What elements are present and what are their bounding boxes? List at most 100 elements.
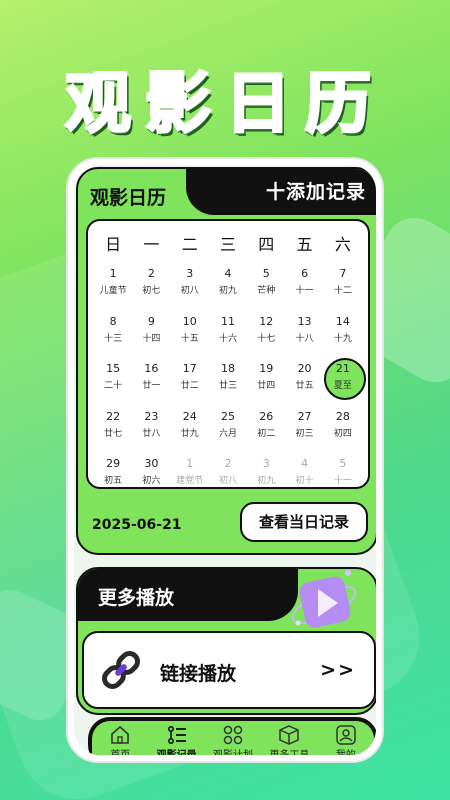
calendar-card: 观影日历 十添加记录 日 一 二 三 四 五 六 1 儿童节 2 初七 3 初八 4 初九 5 芒… bbox=[76, 167, 376, 555]
calendar-day[interactable]: 12 十七 bbox=[247, 311, 285, 359]
calendar-day[interactable]: 23 廿八 bbox=[132, 406, 170, 454]
day-number: 20 bbox=[297, 362, 312, 375]
calendar-day[interactable]: 13 十八 bbox=[285, 311, 323, 359]
calendar-day[interactable]: 17 廿二 bbox=[171, 358, 209, 406]
day-lunar-label: 初二 bbox=[257, 428, 276, 439]
calendar-day[interactable]: 14 十九 bbox=[324, 311, 362, 359]
calendar-day-selected[interactable]: 21 夏至 bbox=[323, 358, 367, 406]
box-icon bbox=[279, 725, 300, 745]
calendar-day[interactable]: 11 十六 bbox=[209, 311, 247, 359]
day-number: 4 bbox=[301, 457, 309, 470]
day-number: 19 bbox=[259, 362, 274, 375]
calendar-day[interactable]: 10 十五 bbox=[171, 311, 209, 359]
nav-item-tools[interactable]: 更多工具 bbox=[261, 721, 317, 755]
weekday-label: 六 bbox=[334, 235, 351, 254]
day-number: 23 bbox=[144, 409, 159, 423]
day-lunar-label: 建党节 bbox=[176, 476, 204, 486]
calendar-day[interactable]: 18 廿三 bbox=[209, 358, 247, 406]
calendar-day[interactable]: 2 初七 bbox=[132, 263, 170, 311]
day-number: 12 bbox=[259, 314, 274, 328]
weekday-label: 三 bbox=[219, 235, 236, 254]
calendar-day[interactable]: 20 廿五 bbox=[285, 358, 323, 406]
day-number: 25 bbox=[220, 409, 235, 423]
more-play-title: 更多播放 bbox=[98, 587, 175, 609]
hero-title: 观影日历 bbox=[64, 64, 385, 144]
link-play-label: 链接播放 bbox=[160, 663, 237, 685]
day-lunar-label: 初四 bbox=[333, 428, 352, 439]
day-number: 1 bbox=[109, 267, 117, 280]
calendar-day[interactable]: 3 初八 bbox=[171, 263, 209, 311]
weekday-label: 二 bbox=[181, 235, 198, 254]
calendar-day[interactable]: 9 十四 bbox=[132, 311, 170, 359]
day-lunar-label: 十五 bbox=[180, 333, 199, 344]
day-number: 27 bbox=[297, 409, 312, 423]
day-lunar-label: 廿九 bbox=[180, 428, 199, 439]
calendar-grid: 日 一 二 三 四 五 六 1 儿童节 2 初七 3 初八 4 初九 5 芒种 6 十一 7 十二 8 十三 9… bbox=[86, 219, 370, 489]
app-screen: 观影日历 十添加记录 日 一 二 三 四 五 六 1 儿童节 2 初七 3 初八 4 初九 5 芒… bbox=[74, 165, 376, 755]
calendar-day[interactable]: 28 初四 bbox=[324, 406, 362, 454]
day-number: 6 bbox=[301, 267, 309, 280]
day-number: 26 bbox=[259, 409, 274, 423]
day-number: 16 bbox=[144, 362, 159, 375]
calendar-day[interactable]: 4 初十 bbox=[285, 453, 323, 501]
link-play-button[interactable]: 链接播放 >> bbox=[82, 631, 376, 709]
calendar-day[interactable]: 26 初二 bbox=[247, 406, 285, 454]
add-record-button[interactable]: 十添加记录 bbox=[266, 177, 366, 204]
day-number: 5 bbox=[262, 267, 270, 280]
day-number: 18 bbox=[220, 362, 235, 375]
day-number: 28 bbox=[335, 409, 350, 423]
plan-grid-icon bbox=[223, 725, 243, 745]
day-lunar-label: 十九 bbox=[333, 333, 352, 344]
day-lunar-label: 初八 bbox=[218, 476, 237, 486]
day-number: 1 bbox=[186, 457, 194, 470]
calendar-day[interactable]: 4 初九 bbox=[209, 263, 247, 311]
day-number: 5 bbox=[339, 457, 347, 470]
calendar-day[interactable]: 29 初五 bbox=[94, 453, 132, 501]
more-play-card: 更多播放 链接播放 >> bbox=[76, 567, 376, 715]
day-lunar-label: 廿八 bbox=[142, 428, 161, 439]
nav-item-profile[interactable]: 我的 bbox=[318, 721, 374, 755]
calendar-day[interactable]: 22 廿七 bbox=[94, 406, 132, 454]
day-number: 13 bbox=[297, 314, 312, 328]
calendar-day[interactable]: 7 十二 bbox=[324, 263, 362, 311]
day-lunar-label: 十一 bbox=[333, 476, 352, 486]
day-lunar-label: 廿二 bbox=[180, 381, 199, 391]
calendar-day[interactable]: 24 廿九 bbox=[171, 406, 209, 454]
day-lunar-label: 十七 bbox=[257, 333, 276, 344]
day-lunar-label: 六月 bbox=[218, 428, 237, 439]
nav-label: 观影计划 bbox=[205, 746, 261, 755]
nav-label: 观影记录 bbox=[148, 746, 204, 755]
home-icon bbox=[111, 725, 130, 744]
calendar-day[interactable]: 1 儿童节 bbox=[94, 263, 132, 311]
calendar-day[interactable]: 3 初九 bbox=[247, 453, 285, 501]
calendar-day[interactable]: 5 芒种 bbox=[247, 263, 285, 311]
calendar-day[interactable]: 15 二十 bbox=[94, 358, 132, 406]
calendar-day[interactable]: 1 建党节 bbox=[171, 453, 209, 501]
day-number: 22 bbox=[106, 409, 121, 423]
calendar-day[interactable]: 16 廿一 bbox=[132, 358, 170, 406]
day-number: 8 bbox=[109, 314, 117, 328]
day-lunar-label: 十八 bbox=[295, 333, 314, 344]
nav-item-plan[interactable]: 观影计划 bbox=[205, 721, 261, 755]
calendar-day[interactable]: 30 初六 bbox=[132, 453, 170, 501]
day-number: 11 bbox=[220, 314, 235, 328]
calendar-day[interactable]: 5 十一 bbox=[324, 453, 362, 501]
calendar-title: 观影日历 bbox=[90, 187, 167, 209]
calendar-day[interactable]: 2 初八 bbox=[209, 453, 247, 501]
day-lunar-label: 初十 bbox=[295, 476, 314, 486]
day-number: 9 bbox=[147, 314, 155, 328]
day-number: 3 bbox=[262, 457, 270, 470]
chain-link-icon bbox=[102, 651, 140, 689]
calendar-day[interactable]: 8 十三 bbox=[94, 311, 132, 359]
nav-item-home[interactable]: 首页 bbox=[92, 721, 148, 755]
day-lunar-label: 芒种 bbox=[257, 286, 276, 296]
day-lunar-label: 初五 bbox=[104, 476, 123, 486]
calendar-day[interactable]: 6 十一 bbox=[285, 263, 323, 311]
view-day-records-button[interactable]: 查看当日记录 bbox=[240, 502, 368, 542]
calendar-day[interactable]: 19 廿四 bbox=[247, 358, 285, 406]
calendar-day[interactable]: 25 六月 bbox=[209, 406, 247, 454]
day-lunar-label: 初八 bbox=[180, 286, 199, 296]
calendar-day[interactable]: 27 初三 bbox=[285, 406, 323, 454]
nav-item-records[interactable]: 观影记录 bbox=[148, 721, 204, 755]
day-number: 2 bbox=[147, 267, 155, 280]
